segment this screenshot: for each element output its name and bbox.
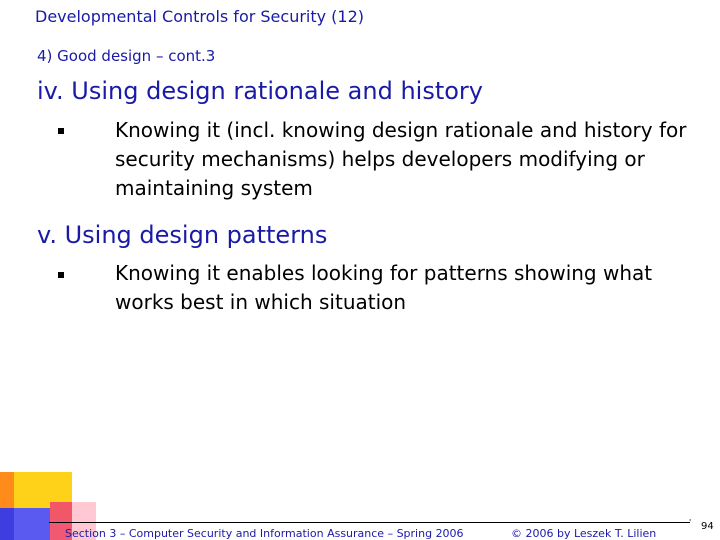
bullet-text: Knowing it enables looking for patterns … bbox=[115, 261, 653, 314]
bullet-marker bbox=[58, 272, 64, 278]
bullet-text: Knowing it (incl. knowing design rationa… bbox=[115, 118, 687, 200]
page-number: 94 bbox=[701, 521, 714, 532]
section-number: iv. bbox=[37, 77, 64, 105]
footer-course: Section 3 – Computer Security and Inform… bbox=[65, 527, 464, 540]
section-heading-accent: design patterns bbox=[139, 221, 328, 249]
section-heading-accent: design rationale and history bbox=[146, 77, 483, 105]
footer-copyright: © 2006 by Leszek T. Lilien bbox=[511, 527, 657, 540]
section-number: v. bbox=[37, 221, 57, 249]
slide-title: Developmental Controls for Security (12) bbox=[35, 7, 365, 26]
decoration-blue-block-light bbox=[14, 508, 50, 540]
section-heading-plain: Using bbox=[64, 221, 140, 249]
footer-tick: ' bbox=[689, 518, 692, 527]
section-heading-iv: iv. Using design rationale and history bbox=[37, 77, 483, 105]
section-heading-plain: Using bbox=[71, 77, 147, 105]
section-heading-v: v. Using design patterns bbox=[37, 221, 327, 249]
footer-divider bbox=[49, 522, 690, 523]
bullet-marker bbox=[58, 128, 64, 134]
slide-subtitle: 4) Good design – cont.3 bbox=[37, 47, 216, 65]
